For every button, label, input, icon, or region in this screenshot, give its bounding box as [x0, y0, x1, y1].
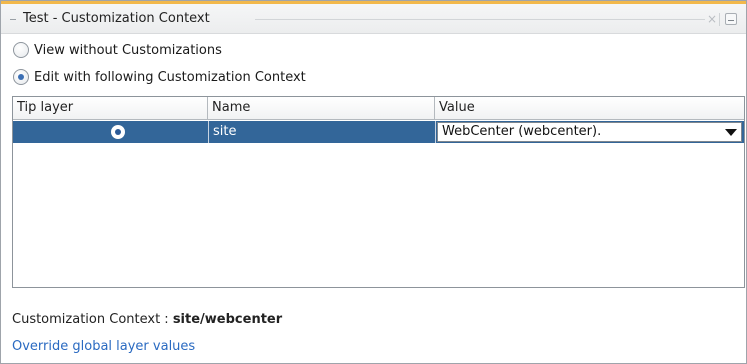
- panel-titlebar: Test - Customization Context ×: [1, 4, 746, 34]
- title-divider-left: [10, 19, 16, 20]
- override-global-layer-values-link[interactable]: Override global layer values: [12, 339, 195, 354]
- table-row[interactable]: site WebCenter (webcenter).: [13, 121, 744, 143]
- panel-title: Test - Customization Context: [23, 11, 210, 26]
- column-header-name[interactable]: Name: [208, 97, 435, 119]
- layer-name-cell: site: [213, 124, 237, 139]
- titlebar-separator: [719, 13, 720, 26]
- layer-value-dropdown[interactable]: WebCenter (webcenter).: [437, 122, 742, 142]
- cell-divider: [208, 121, 209, 143]
- cell-divider: [435, 121, 436, 143]
- chevron-down-icon[interactable]: [725, 129, 737, 136]
- view-without-radio[interactable]: [13, 42, 29, 58]
- column-header-value[interactable]: Value: [435, 97, 744, 119]
- edit-with-radio[interactable]: [13, 69, 29, 85]
- title-divider-right: [255, 19, 705, 20]
- context-label: Customization Context :: [12, 312, 173, 327]
- close-icon[interactable]: ×: [706, 12, 718, 26]
- context-value: site/webcenter: [172, 312, 283, 327]
- customization-layers-table: Tip layer Name Value site WebCenter (web…: [12, 96, 745, 288]
- view-without-label: View without Customizations: [34, 42, 222, 58]
- view-without-customizations-option[interactable]: View without Customizations: [13, 40, 222, 60]
- layer-value-text: WebCenter (webcenter).: [442, 124, 602, 139]
- edit-with-label: Edit with following Customization Contex…: [34, 69, 306, 85]
- column-header-tip-layer[interactable]: Tip layer: [13, 97, 208, 119]
- table-header: Tip layer Name Value: [13, 97, 744, 120]
- minimize-icon[interactable]: [725, 13, 737, 25]
- customization-context-summary: Customization Context : site/webcenter: [12, 312, 282, 327]
- customization-context-panel: Test - Customization Context × View with…: [0, 0, 747, 364]
- tip-layer-radio[interactable]: [111, 125, 125, 139]
- edit-with-context-option[interactable]: Edit with following Customization Contex…: [13, 67, 306, 87]
